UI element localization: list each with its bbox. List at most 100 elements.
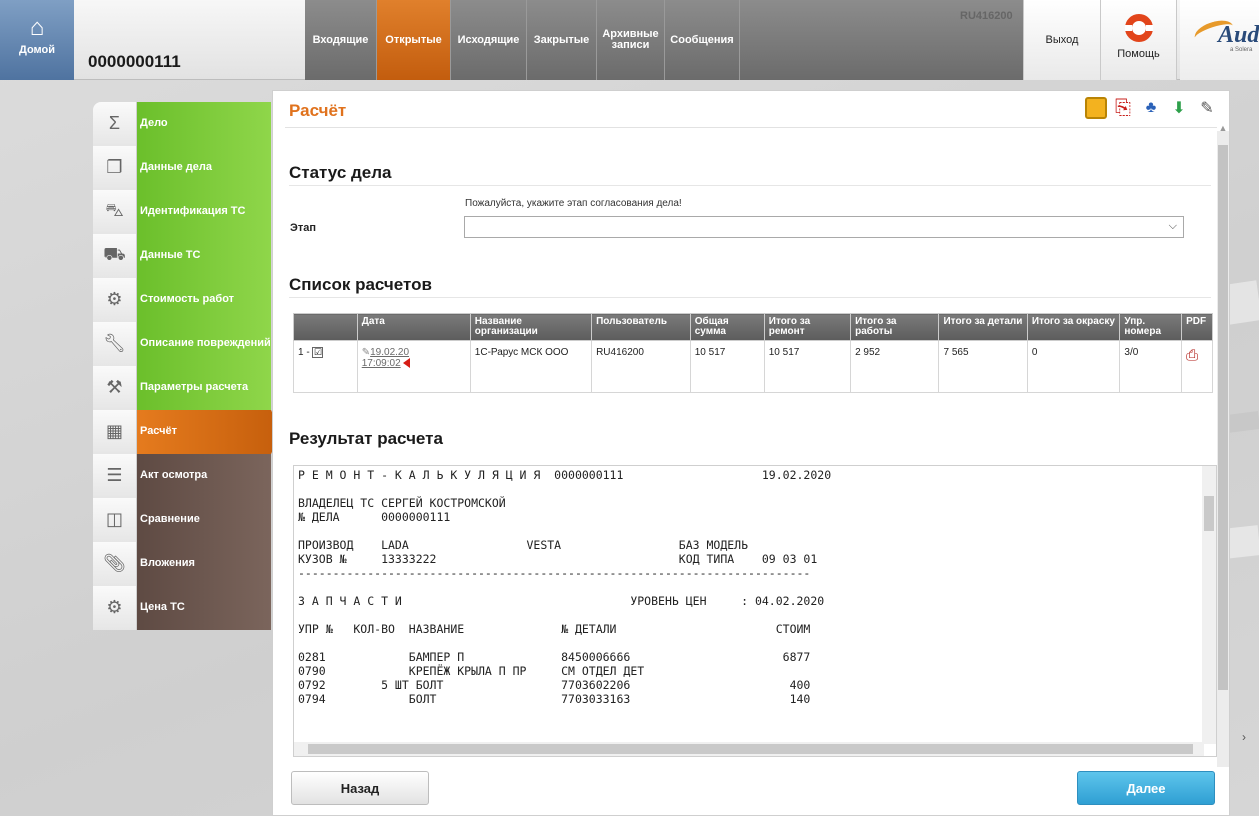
compare-icon: ◫ (93, 497, 137, 542)
section-divider (289, 185, 1211, 186)
result-line: Р Е М О Н Т - К А Л Ь К У Л Я Ц И Я 0000… (298, 468, 832, 482)
result-line (298, 580, 1198, 594)
stage-select[interactable]: ⌵ (464, 216, 1184, 238)
stage-label: Этап (290, 222, 316, 234)
result-text-area[interactable]: Р Е М О Н Т - К А Л Ь К У Л Я Ц И Я 0000… (293, 465, 1217, 757)
section-divider (289, 297, 1211, 298)
home-button[interactable]: ⌂ Домой (0, 0, 74, 80)
help-button[interactable]: Помощь (1101, 0, 1177, 80)
sidebar-item-case-data[interactable]: ❐ Данные дела (93, 145, 271, 190)
sidebar: Σ Дело ❐ Данные дела ⛍ Идентификация ТС … (93, 101, 281, 630)
calc-date: 19.02.20 (370, 347, 410, 358)
result-line: № ДЕЛА 0000000111 (298, 510, 451, 524)
row-index: 1 - (298, 347, 310, 359)
sidebar-item-label: Цена ТС (137, 585, 271, 630)
col-header: Название организации (469, 313, 593, 341)
org-cell: 1С-Рарус МСК ООО (469, 340, 593, 393)
main-scrollbar[interactable]: ▲ (1217, 123, 1229, 767)
sidebar-item-calc-params[interactable]: ⚒ Параметры расчета (93, 365, 271, 410)
documents-icon: ❐ (93, 145, 137, 190)
col-header: Дата (356, 313, 471, 341)
back-button[interactable]: Назад (291, 771, 429, 805)
logout-label: Выход (1045, 34, 1079, 46)
sidebar-item-attachments[interactable]: 📎︎ Вложения (93, 541, 271, 586)
tab-open[interactable]: Открытые (377, 0, 451, 80)
result-line: 0790 КРЕПЁЖ КРЫЛА П ПР СМ ОТДЕЛ ДЕТ (298, 664, 645, 678)
sidebar-item-label: Стоимость работ (137, 277, 271, 322)
col-header (293, 313, 358, 341)
result-horizontal-scrollbar[interactable] (294, 742, 1204, 756)
pdf-icon[interactable]: ⎙ (1186, 347, 1198, 364)
save-button[interactable] (1085, 97, 1107, 119)
import-button[interactable]: ⬇ (1167, 95, 1191, 121)
next-button[interactable]: Далее (1077, 771, 1215, 805)
user-id: RU416200 (960, 10, 1013, 22)
sidebar-item-calculation[interactable]: ▦ Расчёт (93, 409, 281, 454)
sigma-icon: Σ (93, 101, 137, 146)
sidebar-item-label: Вложения (137, 541, 271, 586)
chevron-right-icon[interactable]: › (1242, 730, 1246, 744)
sidebar-item-vehicle-data[interactable]: ⛟ Данные ТС (93, 233, 271, 278)
selected-marker-icon (402, 358, 410, 369)
tab-outgoing[interactable]: Исходящие (451, 0, 527, 80)
result-vertical-scrollbar[interactable] (1202, 466, 1216, 744)
row-checkbox[interactable]: ☑ (312, 347, 324, 358)
calc-time: 17:09:02 (361, 358, 401, 369)
brand-sub: a Solera (1230, 47, 1253, 53)
sidebar-item-inspection[interactable]: ☰ Акт осмотра (93, 453, 271, 498)
gears-icon: ⚙ (93, 277, 137, 322)
col-header: Итого за работы (850, 313, 940, 341)
sidebar-item-comparison[interactable]: ◫ Сравнение (93, 497, 271, 542)
table-header-row: Дата Название организации Пользователь О… (293, 313, 1213, 341)
wrench-icon: 🔧︎ (93, 321, 137, 366)
total-cell: 10 517 (689, 340, 765, 393)
labor-cell: 2 952 (850, 340, 940, 393)
paint-cell: 0 (1026, 340, 1121, 393)
gears-icon: ⚙ (93, 585, 137, 630)
calc-list-heading: Список расчетов (289, 275, 432, 294)
scrollbar-thumb[interactable] (1204, 496, 1214, 531)
edit-icon: ✎ (361, 347, 371, 358)
tab-incoming[interactable]: Входящие (305, 0, 377, 80)
result-text: Р Е М О Н Т - К А Л Ь К У Л Я Ц И Я 0000… (298, 468, 1198, 706)
home-label: Домой (18, 44, 56, 56)
toolbar: ⎘ ♣ ⬇ ✎ (1085, 95, 1219, 121)
tab-closed[interactable]: Закрытые (527, 0, 597, 80)
sidebar-item-damage[interactable]: 🔧︎ Описание повреждений (93, 321, 271, 366)
sidebar-item-labor-cost[interactable]: ⚙ Стоимость работ (93, 277, 271, 322)
result-line: З А П Ч А С Т И УРОВЕНЬ ЦЕН : 04.02.2020 (298, 594, 825, 608)
scroll-up-icon[interactable]: ▲ (1217, 123, 1229, 133)
add-participant-button[interactable]: ♣ (1139, 95, 1163, 121)
top-bar: ⌂ Домой 0000000111 Входящие Открытые Исх… (0, 0, 1259, 80)
scrollbar-thumb[interactable] (1218, 145, 1228, 690)
date-cell: ✎19.02.20 17:09:02 (356, 340, 471, 393)
pdf-cell: ⎙ (1181, 340, 1213, 393)
sidebar-item-case[interactable]: Σ Дело (93, 101, 271, 146)
house-icon: ⌂ (29, 14, 45, 41)
tab-messages[interactable]: Сообщения (665, 0, 740, 80)
pdf-export-button[interactable]: ⎘ (1111, 95, 1135, 121)
logout-button[interactable]: Выход (1023, 0, 1101, 80)
case-number: 0000000111 (88, 52, 181, 71)
sidebar-item-label: Дело (137, 101, 271, 146)
col-header: Упр. номера (1119, 313, 1183, 341)
sidebar-item-vehicle-price[interactable]: ⚙ Цена ТС (93, 585, 271, 630)
sidebar-item-vehicle-id[interactable]: ⛍ Идентификация ТС (93, 189, 271, 234)
result-line (298, 636, 1198, 650)
result-line: ВЛАДЕЛЕЦ ТС СЕРГЕЙ КОСТРОМСКОЙ (298, 496, 506, 510)
sidebar-item-label: Идентификация ТС (137, 189, 271, 234)
sign-button[interactable]: ✎ (1195, 95, 1219, 121)
result-heading: Результат расчета (289, 429, 443, 448)
pdf-icon: ⎘ (1115, 96, 1131, 119)
sidebar-item-label: Данные дела (137, 145, 271, 190)
control-number-cell: 3/0 (1119, 340, 1183, 393)
chevron-down-icon: ⌵ (1168, 220, 1177, 232)
scrollbar-thumb[interactable] (308, 744, 1193, 754)
table-row[interactable]: 1 - ☑ ✎19.02.20 17:09:02 1С-Рарус МСК ООО… (293, 340, 1213, 393)
sidebar-item-label: Расчёт (137, 409, 271, 454)
user-cell: RU416200 (591, 340, 691, 393)
title-divider (285, 127, 1217, 128)
row-index-cell: 1 - ☑ (293, 340, 358, 393)
tab-archive[interactable]: Архивные записи (597, 0, 665, 80)
col-header: PDF (1181, 313, 1213, 341)
